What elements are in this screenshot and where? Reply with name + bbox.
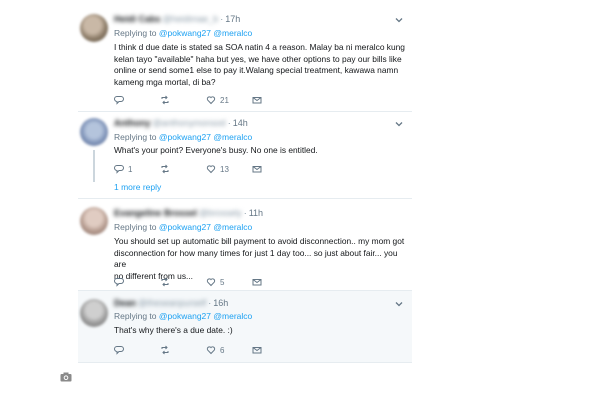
like-button[interactable]: 21 — [206, 94, 229, 106]
reply-tweet[interactable]: Heidi Cabs @heidimae_b · 17h Replying to @p… — [78, 0, 412, 112]
tweet-text: I think d due date is stated sa SOA nati… — [114, 42, 405, 87]
tweet-actions: 6 — [114, 344, 274, 356]
retweet-icon — [161, 95, 169, 105]
like-icon — [206, 165, 216, 174]
retweet-button[interactable] — [160, 344, 174, 356]
retweet-button[interactable] — [160, 276, 174, 288]
replying-to: Replying to @pokwang27 @meralco — [114, 311, 253, 321]
avatar[interactable] — [80, 118, 108, 146]
user-handle[interactable]: @anthonymonsod — [153, 118, 226, 128]
display-name[interactable]: Anthony — [114, 118, 151, 128]
message-icon — [252, 347, 262, 354]
replying-to: Replying to @pokwang27 @meralco — [114, 132, 253, 142]
mention-link[interactable]: @pokwang27 — [159, 222, 211, 232]
reply-tweet[interactable]: Evangeline Brossel @brossely · 11h Replying… — [78, 199, 412, 291]
reply-button[interactable] — [114, 94, 128, 106]
message-icon — [252, 166, 262, 173]
like-icon — [206, 346, 216, 355]
tweet-actions: 21 — [114, 94, 274, 106]
message-button[interactable] — [252, 163, 262, 175]
message-icon — [252, 279, 262, 286]
more-replies-link[interactable]: 1 more reply — [114, 182, 161, 192]
user-handle[interactable]: @brossely — [199, 208, 242, 218]
retweet-icon — [161, 277, 169, 287]
tweet-header: Evangeline Brossel @brossely · 11h — [114, 208, 264, 218]
display-name[interactable]: Heidi Cabs — [114, 14, 161, 24]
mention-link[interactable]: @meralco — [213, 311, 252, 321]
timestamp[interactable]: 17h — [225, 14, 240, 24]
mention-link[interactable]: @pokwang27 — [159, 28, 211, 38]
mention-link[interactable]: @pokwang27 — [159, 311, 211, 321]
user-handle[interactable]: @heidimae_b — [163, 14, 219, 24]
reply-feed: Heidi Cabs @heidimae_b · 17h Replying to @p… — [78, 0, 412, 365]
retweet-button[interactable] — [160, 94, 174, 106]
retweet-icon — [161, 345, 169, 355]
timestamp[interactable]: 11h — [249, 208, 263, 218]
chevron-down-icon[interactable] — [394, 299, 404, 309]
tweet-text: That's why there's a due date. :) — [114, 325, 233, 335]
message-button[interactable] — [252, 276, 262, 288]
timestamp[interactable]: 16h — [213, 298, 228, 308]
replying-to: Replying to @pokwang27 @meralco — [114, 28, 253, 38]
reply-icon — [114, 346, 124, 355]
avatar[interactable] — [80, 14, 108, 42]
like-button[interactable]: 13 — [206, 163, 229, 175]
mention-link[interactable]: @meralco — [213, 28, 252, 38]
reply-tweet[interactable]: Anthony @anthonymonsod · 14h Replying to @p… — [78, 112, 412, 199]
reply-button[interactable] — [114, 344, 128, 356]
reply-button[interactable]: 1 — [114, 163, 132, 175]
timestamp[interactable]: 14h — [233, 118, 248, 128]
display-name[interactable]: Dean — [114, 298, 136, 308]
tweet-header: Heidi Cabs @heidimae_b · 17h — [114, 14, 241, 24]
tweet-header: Anthony @anthonymonsod · 14h — [114, 118, 248, 128]
like-button[interactable]: 5 — [206, 276, 224, 288]
chevron-down-icon[interactable] — [394, 119, 404, 129]
reply-icon — [114, 96, 124, 105]
mention-link[interactable]: @meralco — [213, 132, 252, 142]
like-icon — [206, 96, 216, 105]
mention-link[interactable]: @pokwang27 — [159, 132, 211, 142]
thread-line — [93, 150, 95, 182]
avatar[interactable] — [80, 299, 108, 327]
reply-button[interactable] — [114, 276, 128, 288]
like-icon — [206, 278, 216, 287]
avatar[interactable] — [80, 207, 108, 235]
like-button[interactable]: 6 — [206, 344, 224, 356]
reply-tweet[interactable]: Dean @theseanpurself · 16h Replying to @pok… — [78, 291, 412, 363]
tweet-text: What's your point? Everyone's busy. No o… — [114, 145, 318, 155]
mention-link[interactable]: @meralco — [213, 222, 252, 232]
reply-icon — [114, 278, 124, 287]
user-handle[interactable]: @theseanpurself — [138, 298, 206, 308]
tweet-header: Dean @theseanpurself · 16h — [114, 298, 229, 308]
message-button[interactable] — [252, 344, 262, 356]
display-name[interactable]: Evangeline Brossel — [114, 208, 197, 218]
replying-to: Replying to @pokwang27 @meralco — [114, 222, 253, 232]
reply-icon — [114, 165, 124, 174]
tweet-actions: 1 13 — [114, 163, 274, 175]
chevron-down-icon[interactable] — [394, 15, 404, 25]
message-button[interactable] — [252, 94, 262, 106]
retweet-icon — [161, 164, 169, 174]
retweet-button[interactable] — [160, 163, 174, 175]
camera-icon — [60, 372, 72, 382]
message-icon — [252, 97, 262, 104]
tweet-actions: 5 — [114, 276, 274, 288]
